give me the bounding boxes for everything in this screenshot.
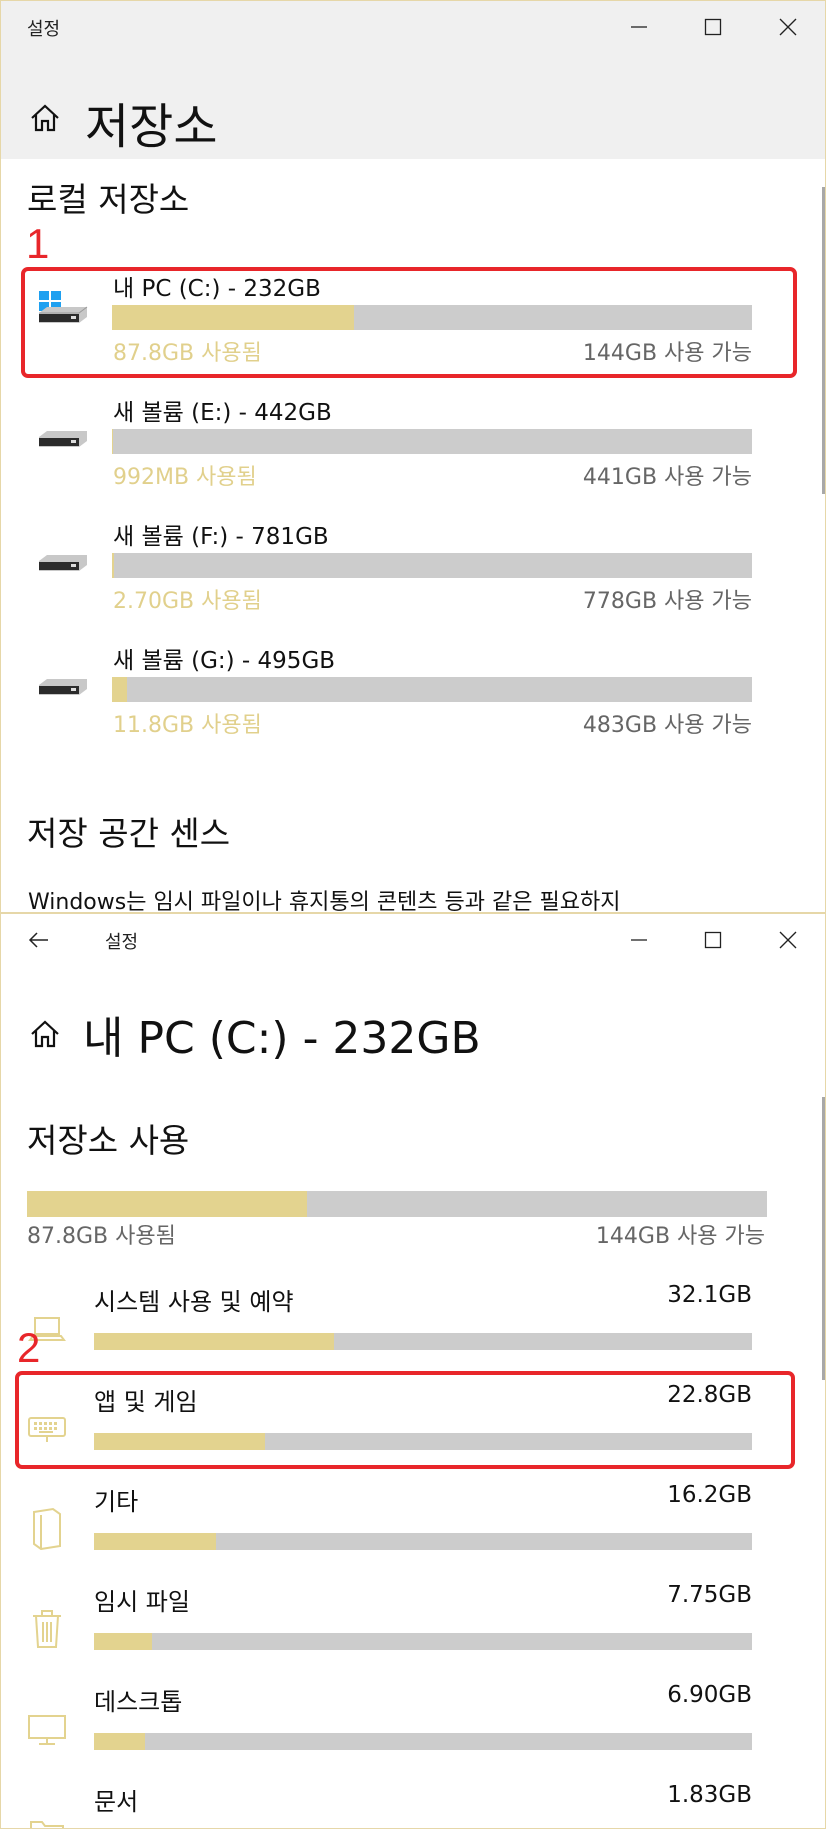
page-title: 저장소 [85, 99, 218, 155]
category-name: 데스크톱 [94, 1688, 183, 1716]
annotation-number-2: 2 [17, 1324, 41, 1371]
total-usage-bar [27, 1191, 767, 1217]
drive-item-g[interactable]: 새 볼륨 (G:) - 495GB 11.8GB 사용됨 483GB 사용 가능 [1, 641, 791, 761]
category-item-documents[interactable]: 문서 1.83GB [1, 1782, 791, 1828]
usage-bar-fill [94, 1533, 216, 1550]
category-name: 문서 [94, 1788, 139, 1816]
annotation-number-1: 1 [26, 220, 50, 267]
category-usage-bar [94, 1733, 752, 1750]
category-size: 6.90GB [667, 1682, 752, 1708]
category-item-other[interactable]: 기타 16.2GB [1, 1482, 791, 1582]
usage-bar-fill [27, 1191, 307, 1217]
category-name: 기타 [94, 1488, 139, 1516]
section-title-local-storage: 로컬 저장소 [27, 180, 190, 219]
drive-free-text: 483GB 사용 가능 [582, 713, 752, 738]
drive-usage-bar [112, 677, 752, 702]
page-title: 내 PC (C:) - 232GB [83, 1013, 481, 1064]
monitor-icon [28, 1715, 66, 1745]
home-icon[interactable] [29, 103, 61, 133]
total-free-text: 144GB 사용 가능 [595, 1224, 765, 1249]
page-header: 저장소 [1, 53, 825, 159]
annotation-box-1 [21, 267, 797, 378]
category-item-system[interactable]: 시스템 사용 및 예약 32.1GB [1, 1282, 791, 1382]
title-bar: 설정 [1, 1, 825, 53]
drive-item-e[interactable]: 새 볼륨 (E:) - 442GB 992MB 사용됨 441GB 사용 가능 [1, 393, 791, 513]
category-item-temp-files[interactable]: 임시 파일 7.75GB [1, 1582, 791, 1682]
usage-bar-fill [112, 677, 128, 702]
section-title-storage-sense: 저장 공간 센스 [27, 814, 231, 853]
category-usage-bar [94, 1533, 752, 1550]
close-button[interactable] [768, 9, 808, 45]
category-name: 시스템 사용 및 예약 [94, 1288, 294, 1316]
folder-icon [30, 1821, 64, 1828]
usage-bar-fill [94, 1333, 335, 1350]
section-title-storage-usage: 저장소 사용 [27, 1121, 190, 1160]
minimize-button[interactable] [619, 922, 659, 958]
scrollbar[interactable] [822, 1097, 825, 1380]
category-name: 임시 파일 [94, 1588, 190, 1616]
close-icon [779, 18, 797, 36]
drive-used-text: 992MB 사용됨 [113, 465, 257, 490]
drive-used-text: 11.8GB 사용됨 [113, 713, 262, 738]
drive-icon [39, 431, 87, 447]
minimize-icon [631, 26, 647, 28]
category-usage-bar [94, 1633, 752, 1650]
drive-free-text: 778GB 사용 가능 [582, 589, 752, 614]
scrollbar[interactable] [822, 187, 825, 494]
category-item-desktop[interactable]: 데스크톱 6.90GB [1, 1682, 791, 1782]
maximize-icon [704, 18, 722, 36]
drive-usage-bar [112, 553, 752, 578]
drive-usage-bar [112, 429, 752, 454]
usage-bar-fill [94, 1633, 152, 1650]
category-size: 7.75GB [667, 1582, 752, 1608]
title-bar: 설정 [1, 914, 825, 966]
back-arrow-icon [28, 932, 48, 948]
category-size: 16.2GB [667, 1482, 752, 1508]
drive-used-text: 2.70GB 사용됨 [113, 589, 262, 614]
minimize-icon [631, 939, 647, 941]
usage-bar-fill [94, 1733, 146, 1750]
settings-window-drive-c: 설정 내 PC (C:) - 232GB 저장소 사용 87.8GB 사용됨 1… [0, 913, 826, 1829]
window-title: 설정 [27, 19, 61, 40]
back-button[interactable] [19, 922, 59, 958]
annotation-box-2 [15, 1371, 795, 1469]
maximize-button[interactable] [693, 9, 733, 45]
category-size: 1.83GB [667, 1782, 752, 1808]
drive-name: 새 볼륨 (E:) - 442GB [113, 400, 332, 426]
close-button[interactable] [768, 922, 808, 958]
document-icon [33, 1507, 61, 1550]
category-usage-bar [94, 1333, 752, 1350]
close-icon [779, 931, 797, 949]
drive-free-text: 441GB 사용 가능 [582, 465, 752, 490]
window-title: 설정 [105, 932, 139, 953]
storage-sense-description: Windows는 임시 파일이나 휴지통의 콘텐츠 등과 같은 필요하지 [28, 890, 621, 913]
home-icon[interactable] [29, 1019, 61, 1049]
maximize-button[interactable] [693, 922, 733, 958]
maximize-icon [704, 931, 722, 949]
category-size: 32.1GB [667, 1282, 752, 1308]
minimize-button[interactable] [619, 9, 659, 45]
drive-name: 새 볼륨 (G:) - 495GB [113, 648, 336, 674]
drive-icon [39, 679, 87, 695]
drive-name: 새 볼륨 (F:) - 781GB [113, 524, 329, 550]
drive-icon [39, 555, 87, 571]
trash-icon [33, 1610, 61, 1648]
settings-window-storage: 설정 저장소 로컬 저장소 내 PC (C:) - 232GB 87.8GB 사… [0, 0, 826, 913]
usage-bar-fill [112, 553, 114, 578]
total-used-text: 87.8GB 사용됨 [27, 1224, 176, 1249]
usage-bar-fill [112, 429, 114, 454]
drive-item-f[interactable]: 새 볼륨 (F:) - 781GB 2.70GB 사용됨 778GB 사용 가능 [1, 517, 791, 637]
